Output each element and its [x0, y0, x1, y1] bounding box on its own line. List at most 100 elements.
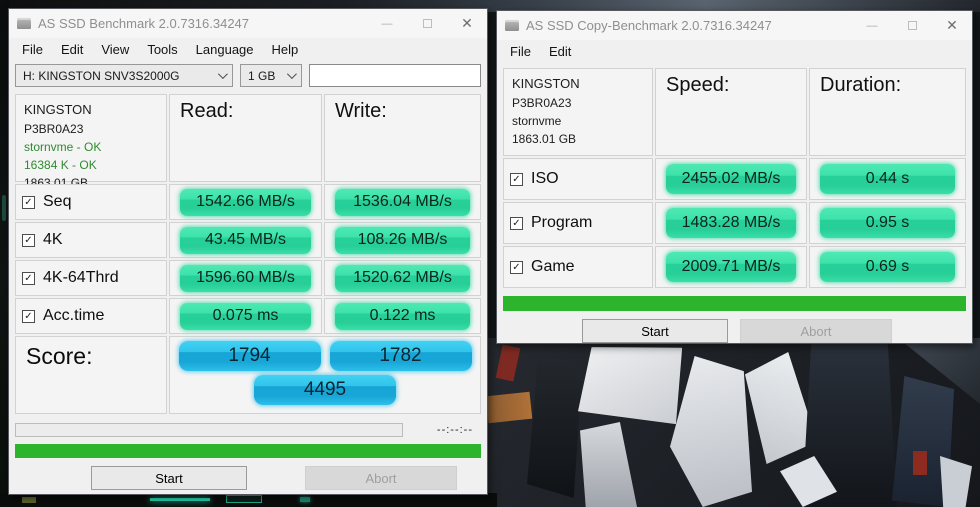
buttons-row: Start Abort	[9, 466, 487, 490]
test-size-select[interactable]: 1 GB	[240, 64, 302, 87]
menu-view[interactable]: View	[92, 39, 138, 60]
menu-edit[interactable]: Edit	[540, 41, 580, 62]
row-label: 4K-64Thrd	[43, 269, 119, 287]
score-write-value: 1782	[330, 341, 472, 371]
window-title: AS SSD Copy-Benchmark 2.0.7316.34247	[526, 18, 852, 33]
menu-edit[interactable]: Edit	[52, 39, 92, 60]
row-acctime: Acc.time	[15, 298, 167, 334]
checkbox-iso[interactable]	[510, 173, 523, 186]
drive-select[interactable]: H: KINGSTON SNV3S2000G	[15, 64, 233, 87]
status-bar-green	[15, 444, 481, 458]
row-program: Program	[503, 202, 653, 244]
duration-column-header: Duration:	[809, 68, 966, 156]
start-button[interactable]: Start	[582, 319, 728, 343]
program-duration-value: 0.95 s	[820, 208, 955, 238]
drive-info-panel: KINGSTON P3BR0A23 stornvme - OK 16384 K …	[15, 94, 167, 182]
test-size-value: 1 GB	[248, 69, 275, 83]
close-button[interactable]: ✕	[932, 11, 972, 40]
maximize-icon	[908, 21, 917, 30]
checkbox-4k[interactable]	[22, 234, 35, 247]
minimize-button[interactable]: —	[852, 11, 892, 40]
titlebar[interactable]: AS SSD Copy-Benchmark 2.0.7316.34247 — ✕	[497, 11, 972, 40]
benchmark-window: AS SSD Benchmark 2.0.7316.34247 — ✕ File…	[8, 8, 488, 495]
row-label: Seq	[43, 193, 71, 211]
app-icon	[505, 20, 519, 31]
drive-capacity: 1863.01 GB	[512, 130, 644, 148]
seq-write-value: 1536.04 MB/s	[335, 189, 470, 216]
drive-vendor: KINGSTON	[512, 74, 644, 94]
row-4k: 4K	[15, 222, 167, 258]
app-icon	[17, 18, 31, 29]
game-wallpaper	[487, 338, 980, 507]
toolbar: H: KINGSTON SNV3S2000G 1 GB	[9, 63, 487, 91]
abort-button[interactable]: Abort	[305, 466, 457, 490]
iso-duration-value: 0.44 s	[820, 164, 955, 194]
checkbox-seq[interactable]	[22, 196, 35, 209]
row-4k64thrd: 4K-64Thrd	[15, 260, 167, 296]
maximize-button[interactable]	[407, 9, 447, 38]
row-label: Program	[531, 214, 592, 232]
minimize-button[interactable]: —	[367, 9, 407, 38]
drive-driver: stornvme	[512, 112, 644, 130]
start-button[interactable]: Start	[91, 466, 247, 490]
row-label: 4K	[43, 231, 63, 249]
score-label: Score:	[15, 336, 167, 414]
drive-driver-status: stornvme - OK	[24, 138, 158, 156]
write-column-header: Write:	[324, 94, 481, 182]
drive-firmware: P3BR0A23	[24, 120, 158, 138]
checkbox-program[interactable]	[510, 217, 523, 230]
maximize-icon	[423, 19, 432, 28]
row-seq: Seq	[15, 184, 167, 220]
checkbox-acctime[interactable]	[22, 310, 35, 323]
menubar: File Edit	[497, 40, 972, 65]
4k64thrd-write-value: 1520.62 MB/s	[335, 265, 470, 292]
game-speed-value: 2009.71 MB/s	[666, 252, 797, 282]
iso-speed-value: 2455.02 MB/s	[666, 164, 797, 194]
speed-column-header: Speed:	[655, 68, 807, 156]
drive-select-value: H: KINGSTON SNV3S2000G	[23, 69, 180, 83]
4k-read-value: 43.45 MB/s	[180, 227, 311, 254]
program-speed-value: 1483.28 MB/s	[666, 208, 797, 238]
acctime-read-value: 0.075 ms	[180, 303, 311, 330]
row-label: ISO	[531, 170, 559, 188]
menu-tools[interactable]: Tools	[138, 39, 186, 60]
progress-bar	[15, 423, 403, 437]
menu-help[interactable]: Help	[263, 39, 308, 60]
drive-firmware: P3BR0A23	[512, 94, 644, 112]
score-read-value: 1794	[179, 341, 321, 371]
read-column-header: Read:	[169, 94, 322, 182]
seq-read-value: 1542.66 MB/s	[180, 189, 311, 216]
acctime-write-value: 0.122 ms	[335, 303, 470, 330]
buttons-row: Start Abort	[497, 319, 972, 343]
chevron-down-icon	[287, 69, 297, 79]
menu-file[interactable]: File	[501, 41, 540, 62]
drive-alignment-status: 16384 K - OK	[24, 156, 158, 174]
game-duration-value: 0.69 s	[820, 252, 955, 282]
maximize-button[interactable]	[892, 11, 932, 40]
game-ui-strip	[0, 493, 497, 507]
checkbox-4k64thrd[interactable]	[22, 272, 35, 285]
window-title: AS SSD Benchmark 2.0.7316.34247	[38, 16, 367, 31]
copy-benchmark-table: KINGSTON P3BR0A23 stornvme 1863.01 GB Sp…	[503, 68, 966, 288]
score-total-value: 4495	[254, 375, 396, 405]
eta-label: --:--:--	[437, 424, 473, 436]
drive-info-panel: KINGSTON P3BR0A23 stornvme 1863.01 GB	[503, 68, 653, 156]
menu-file[interactable]: File	[13, 39, 52, 60]
close-button[interactable]: ✕	[447, 9, 487, 38]
status-bar-green	[503, 296, 966, 311]
row-game: Game	[503, 246, 653, 288]
row-label: Game	[531, 258, 575, 276]
row-iso: ISO	[503, 158, 653, 200]
copy-benchmark-window: AS SSD Copy-Benchmark 2.0.7316.34247 — ✕…	[496, 10, 973, 344]
comment-input[interactable]	[309, 64, 481, 87]
menu-language[interactable]: Language	[187, 39, 263, 60]
checkbox-game[interactable]	[510, 261, 523, 274]
background-glow	[2, 195, 6, 221]
row-label: Acc.time	[43, 307, 104, 325]
progress-row: --:--:--	[15, 423, 481, 437]
drive-vendor: KINGSTON	[24, 100, 158, 120]
titlebar[interactable]: AS SSD Benchmark 2.0.7316.34247 — ✕	[9, 9, 487, 38]
benchmark-table: KINGSTON P3BR0A23 stornvme - OK 16384 K …	[15, 94, 481, 414]
chevron-down-icon	[218, 69, 228, 79]
abort-button[interactable]: Abort	[740, 319, 892, 343]
